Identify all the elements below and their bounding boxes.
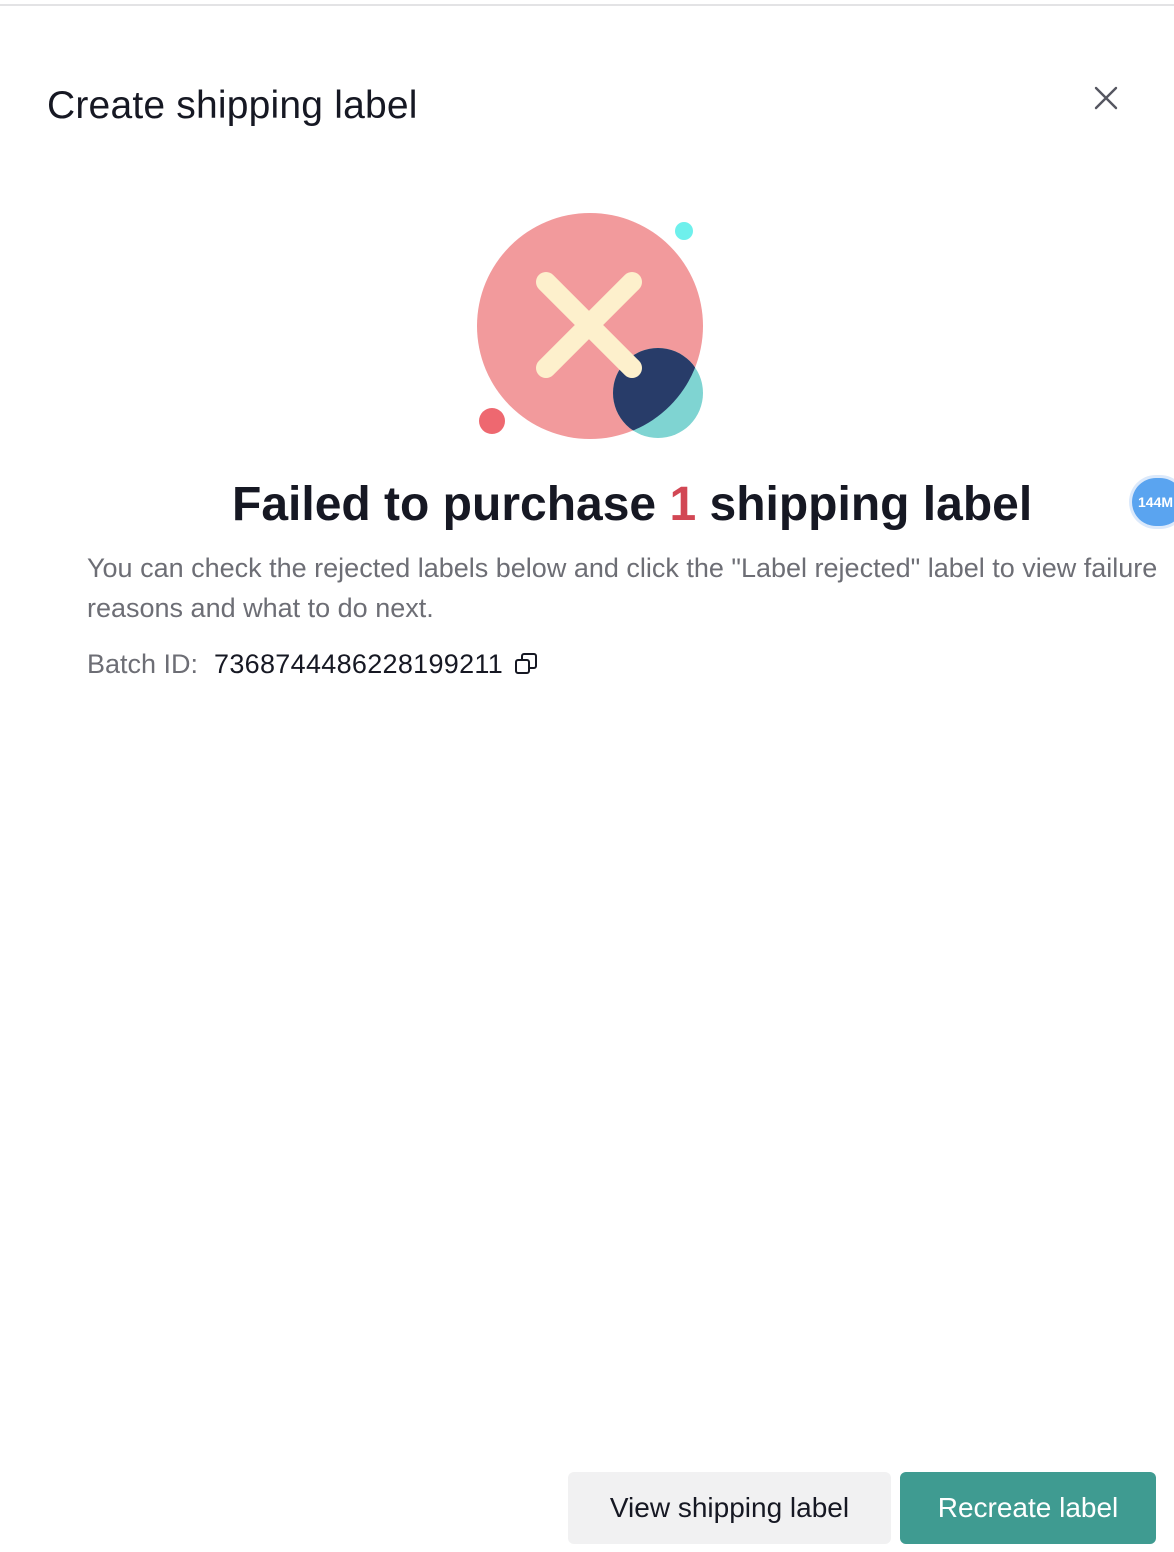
batch-id-value: 7368744486228199211 — [214, 649, 504, 679]
recreate-label-button[interactable]: Recreate label — [900, 1472, 1156, 1544]
view-shipping-label-button[interactable]: View shipping label — [568, 1472, 891, 1544]
close-button[interactable] — [1086, 78, 1126, 118]
close-icon — [1094, 86, 1118, 110]
modal-title: Create shipping label — [47, 84, 418, 127]
copy-icon[interactable] — [513, 651, 539, 677]
result-description: You can check the rejected labels below … — [87, 553, 1158, 623]
batch-id-label: Batch ID: — [87, 649, 199, 679]
failed-count: 1 — [669, 478, 697, 531]
create-shipping-label-modal: Create shipping label Failed to purchase — [0, 0, 1174, 1552]
top-divider — [0, 4, 1174, 6]
headline-suffix: shipping label — [709, 478, 1033, 531]
batch-id-row: Batch ID: 7368744486228199211 — [87, 644, 539, 684]
floating-badge[interactable]: 144M — [1132, 478, 1174, 526]
error-x-illustration — [472, 212, 712, 444]
headline-prefix: Failed to purchase — [232, 478, 657, 531]
